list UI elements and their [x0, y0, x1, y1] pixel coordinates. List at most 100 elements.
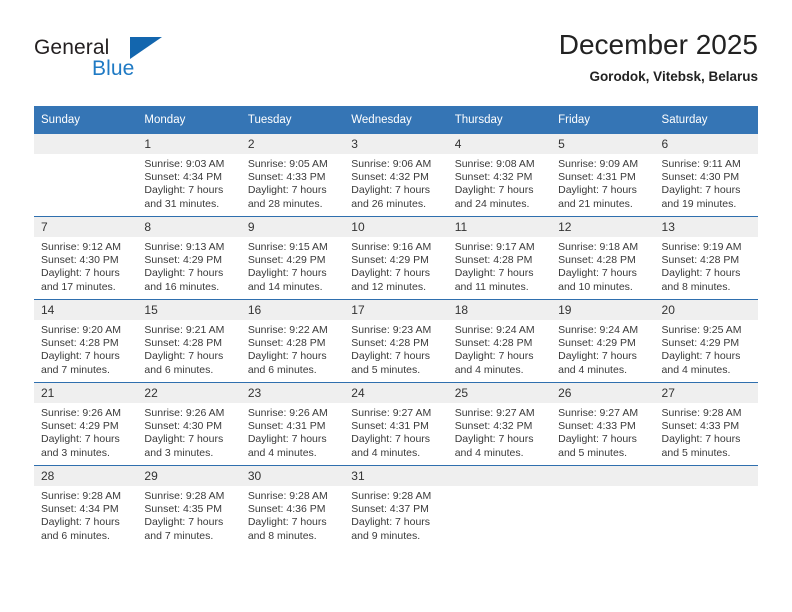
calendar-day-cell[interactable]: 3 Sunrise: 9:06 AM Sunset: 4:32 PM Daylight… [344, 134, 448, 217]
calendar-day-cell[interactable]: 4 Sunrise: 9:08 AM Sunset: 4:32 PM Daylight… [447, 134, 552, 217]
daylight-line-2: and 5 minutes. [661, 446, 731, 459]
calendar-day-cell[interactable]: 20 Sunrise: 9:25 AM Sunset: 4:29 PM Dayligh… [654, 299, 758, 383]
daylight-line-1: Daylight: 7 hours [41, 516, 120, 529]
daylight-line-2: and 4 minutes. [247, 446, 317, 459]
calendar-day-cell[interactable]: 8 Sunrise: 9:13 AM Sunset: 4:29 PM Daylight… [137, 216, 241, 300]
calendar-day-cell[interactable]: 23 Sunrise: 9:26 AM Sunset: 4:31 PM Dayligh… [240, 382, 345, 466]
calendar-day-cell[interactable]: 21 Sunrise: 9:26 AM Sunset: 4:29 PM Dayligh… [34, 382, 138, 466]
day-details: Sunrise: 9:20 AM Sunset: 4:28 PM Daylight:… [34, 320, 137, 377]
day-details: Sunrise: 9:27 AM Sunset: 4:32 PM Daylight:… [448, 403, 551, 460]
calendar-day-cell[interactable]: 30 Sunrise: 9:28 AM Sunset: 4:36 PM Dayligh… [240, 465, 345, 548]
sunset-time: Sunset: 4:35 PM [144, 503, 223, 516]
calendar-day-cell[interactable]: 17 Sunrise: 9:23 AM Sunset: 4:28 PM Dayligh… [344, 299, 448, 383]
day-details: Sunrise: 9:13 AM Sunset: 4:29 PM Daylight:… [137, 237, 240, 294]
calendar-day-cell[interactable]: 16 Sunrise: 9:22 AM Sunset: 4:28 PM Dayligh… [240, 299, 345, 383]
sunset-time: Sunset: 4:28 PM [351, 337, 429, 350]
calendar-cell-empty [447, 465, 552, 548]
calendar-day-cell[interactable]: 2 Sunrise: 9:05 AM Sunset: 4:33 PM Daylight… [240, 134, 345, 217]
daylight-line-1: Daylight: 7 hours [247, 433, 327, 446]
calendar-day-cell[interactable]: 12 Sunrise: 9:18 AM Sunset: 4:28 PM Dayligh… [551, 216, 655, 300]
logo-triangle-icon [130, 37, 162, 59]
day-number: 24 [344, 383, 448, 403]
calendar-day-cell[interactable]: 19 Sunrise: 9:24 AM Sunset: 4:29 PM Dayligh… [551, 299, 655, 383]
sunrise-time: Sunrise: 9:19 AM [661, 241, 742, 253]
day-details: Sunrise: 9:09 AM Sunset: 4:31 PM Daylight:… [551, 154, 654, 211]
calendar-cell-empty [34, 134, 138, 217]
daylight-line-2: and 4 minutes. [454, 363, 524, 376]
daylight-line-1: Daylight: 7 hours [247, 350, 327, 363]
day-number: 31 [344, 466, 448, 486]
sunset-time: Sunset: 4:30 PM [661, 171, 740, 184]
sunrise-sunset-calendar: Sunday Monday Tuesday Wednesday Thursday… [34, 106, 758, 548]
calendar-day-cell[interactable]: 31 Sunrise: 9:28 AM Sunset: 4:37 PM Dayligh… [344, 465, 448, 548]
daylight-line-2: and 9 minutes. [351, 529, 421, 542]
generalblue-logo[interactable]: General Blue [34, 36, 254, 92]
weekday-header-saturday: Saturday [654, 106, 758, 134]
sunset-time: Sunset: 4:32 PM [454, 420, 533, 433]
calendar-day-cell[interactable]: 22 Sunrise: 9:26 AM Sunset: 4:30 PM Dayligh… [137, 382, 241, 466]
daylight-line-1: Daylight: 7 hours [41, 350, 120, 363]
weekday-header-monday: Monday [137, 106, 241, 134]
daylight-line-2: and 10 minutes. [558, 280, 633, 293]
day-number: 16 [240, 300, 345, 320]
calendar-day-cell[interactable]: 28 Sunrise: 9:28 AM Sunset: 4:34 PM Dayligh… [34, 465, 138, 548]
day-number: 19 [551, 300, 655, 320]
day-details: Sunrise: 9:05 AM Sunset: 4:33 PM Daylight:… [241, 154, 344, 211]
sunset-time: Sunset: 4:34 PM [144, 171, 223, 184]
calendar-day-cell[interactable]: 14 Sunrise: 9:20 AM Sunset: 4:28 PM Dayligh… [34, 299, 138, 383]
calendar-day-cell[interactable]: 25 Sunrise: 9:27 AM Sunset: 4:32 PM Dayligh… [447, 382, 552, 466]
day-number: 22 [137, 383, 241, 403]
daylight-line-2: and 7 minutes. [41, 363, 110, 376]
calendar-day-cell[interactable]: 7 Sunrise: 9:12 AM Sunset: 4:30 PM Daylight… [34, 216, 138, 300]
day-details: Sunrise: 9:28 AM Sunset: 4:37 PM Daylight:… [344, 486, 447, 543]
sunrise-time: Sunrise: 9:13 AM [144, 241, 225, 253]
title-block: December 2025 Gorodok, Vitebsk, Belarus [559, 28, 758, 85]
daylight-line-1: Daylight: 7 hours [558, 184, 637, 197]
daylight-line-2: and 3 minutes. [41, 446, 110, 459]
calendar-day-cell[interactable]: 11 Sunrise: 9:17 AM Sunset: 4:28 PM Dayligh… [447, 216, 552, 300]
daylight-line-2: and 6 minutes. [247, 363, 317, 376]
calendar-day-cell[interactable]: 26 Sunrise: 9:27 AM Sunset: 4:33 PM Dayligh… [551, 382, 655, 466]
calendar-day-cell[interactable]: 1 Sunrise: 9:03 AM Sunset: 4:34 PM Daylight… [137, 134, 241, 217]
day-details: Sunrise: 9:12 AM Sunset: 4:30 PM Daylight:… [34, 237, 137, 294]
daylight-line-1: Daylight: 7 hours [144, 184, 224, 197]
sunset-time: Sunset: 4:29 PM [661, 337, 740, 350]
calendar-day-cell[interactable]: 13 Sunrise: 9:19 AM Sunset: 4:28 PM Dayligh… [654, 216, 758, 300]
daylight-line-1: Daylight: 7 hours [247, 267, 327, 280]
sunrise-time: Sunrise: 9:26 AM [247, 407, 328, 419]
day-details: Sunrise: 9:22 AM Sunset: 4:28 PM Daylight:… [241, 320, 344, 377]
sunrise-time: Sunrise: 9:28 AM [661, 407, 742, 419]
calendar-day-cell[interactable]: 10 Sunrise: 9:16 AM Sunset: 4:29 PM Dayligh… [344, 216, 448, 300]
daylight-line-2: and 31 minutes. [144, 197, 220, 210]
sunset-time: Sunset: 4:28 PM [558, 254, 636, 267]
calendar-day-cell[interactable]: 18 Sunrise: 9:24 AM Sunset: 4:28 PM Dayligh… [447, 299, 552, 383]
daylight-line-2: and 8 minutes. [661, 280, 731, 293]
calendar-day-cell[interactable]: 6 Sunrise: 9:11 AM Sunset: 4:30 PM Daylight… [654, 134, 758, 217]
calendar-day-cell[interactable]: 9 Sunrise: 9:15 AM Sunset: 4:29 PM Daylight… [240, 216, 345, 300]
calendar-day-cell[interactable]: 29 Sunrise: 9:28 AM Sunset: 4:35 PM Dayligh… [137, 465, 241, 548]
sunrise-time: Sunrise: 9:28 AM [144, 490, 225, 502]
daylight-line-1: Daylight: 7 hours [558, 433, 637, 446]
sunset-time: Sunset: 4:33 PM [661, 420, 740, 433]
sunrise-time: Sunrise: 9:28 AM [41, 490, 121, 502]
daylight-line-1: Daylight: 7 hours [454, 350, 534, 363]
daylight-line-2: and 4 minutes. [558, 363, 627, 376]
day-number: 2 [240, 134, 345, 154]
sunrise-time: Sunrise: 9:27 AM [454, 407, 535, 419]
calendar-day-cell[interactable]: 5 Sunrise: 9:09 AM Sunset: 4:31 PM Daylight… [551, 134, 655, 217]
page-header: General Blue December 2025 Gorodok, Vite… [34, 28, 758, 100]
sunset-time: Sunset: 4:30 PM [144, 420, 223, 433]
daylight-line-1: Daylight: 7 hours [351, 433, 431, 446]
sunrise-time: Sunrise: 9:27 AM [558, 407, 639, 419]
calendar-day-cell[interactable]: 27 Sunrise: 9:28 AM Sunset: 4:33 PM Dayligh… [654, 382, 758, 466]
daylight-line-2: and 14 minutes. [247, 280, 323, 293]
calendar-day-cell[interactable]: 24 Sunrise: 9:27 AM Sunset: 4:31 PM Dayligh… [344, 382, 448, 466]
daylight-line-2: and 4 minutes. [351, 446, 421, 459]
sunrise-time: Sunrise: 9:18 AM [558, 241, 639, 253]
day-number: 7 [34, 217, 138, 237]
calendar-day-cell[interactable]: 15 Sunrise: 9:21 AM Sunset: 4:28 PM Dayligh… [137, 299, 241, 383]
daylight-line-2: and 19 minutes. [661, 197, 737, 210]
day-number: 13 [654, 217, 758, 237]
daylight-line-1: Daylight: 7 hours [144, 516, 224, 529]
sunrise-time: Sunrise: 9:08 AM [454, 158, 535, 170]
